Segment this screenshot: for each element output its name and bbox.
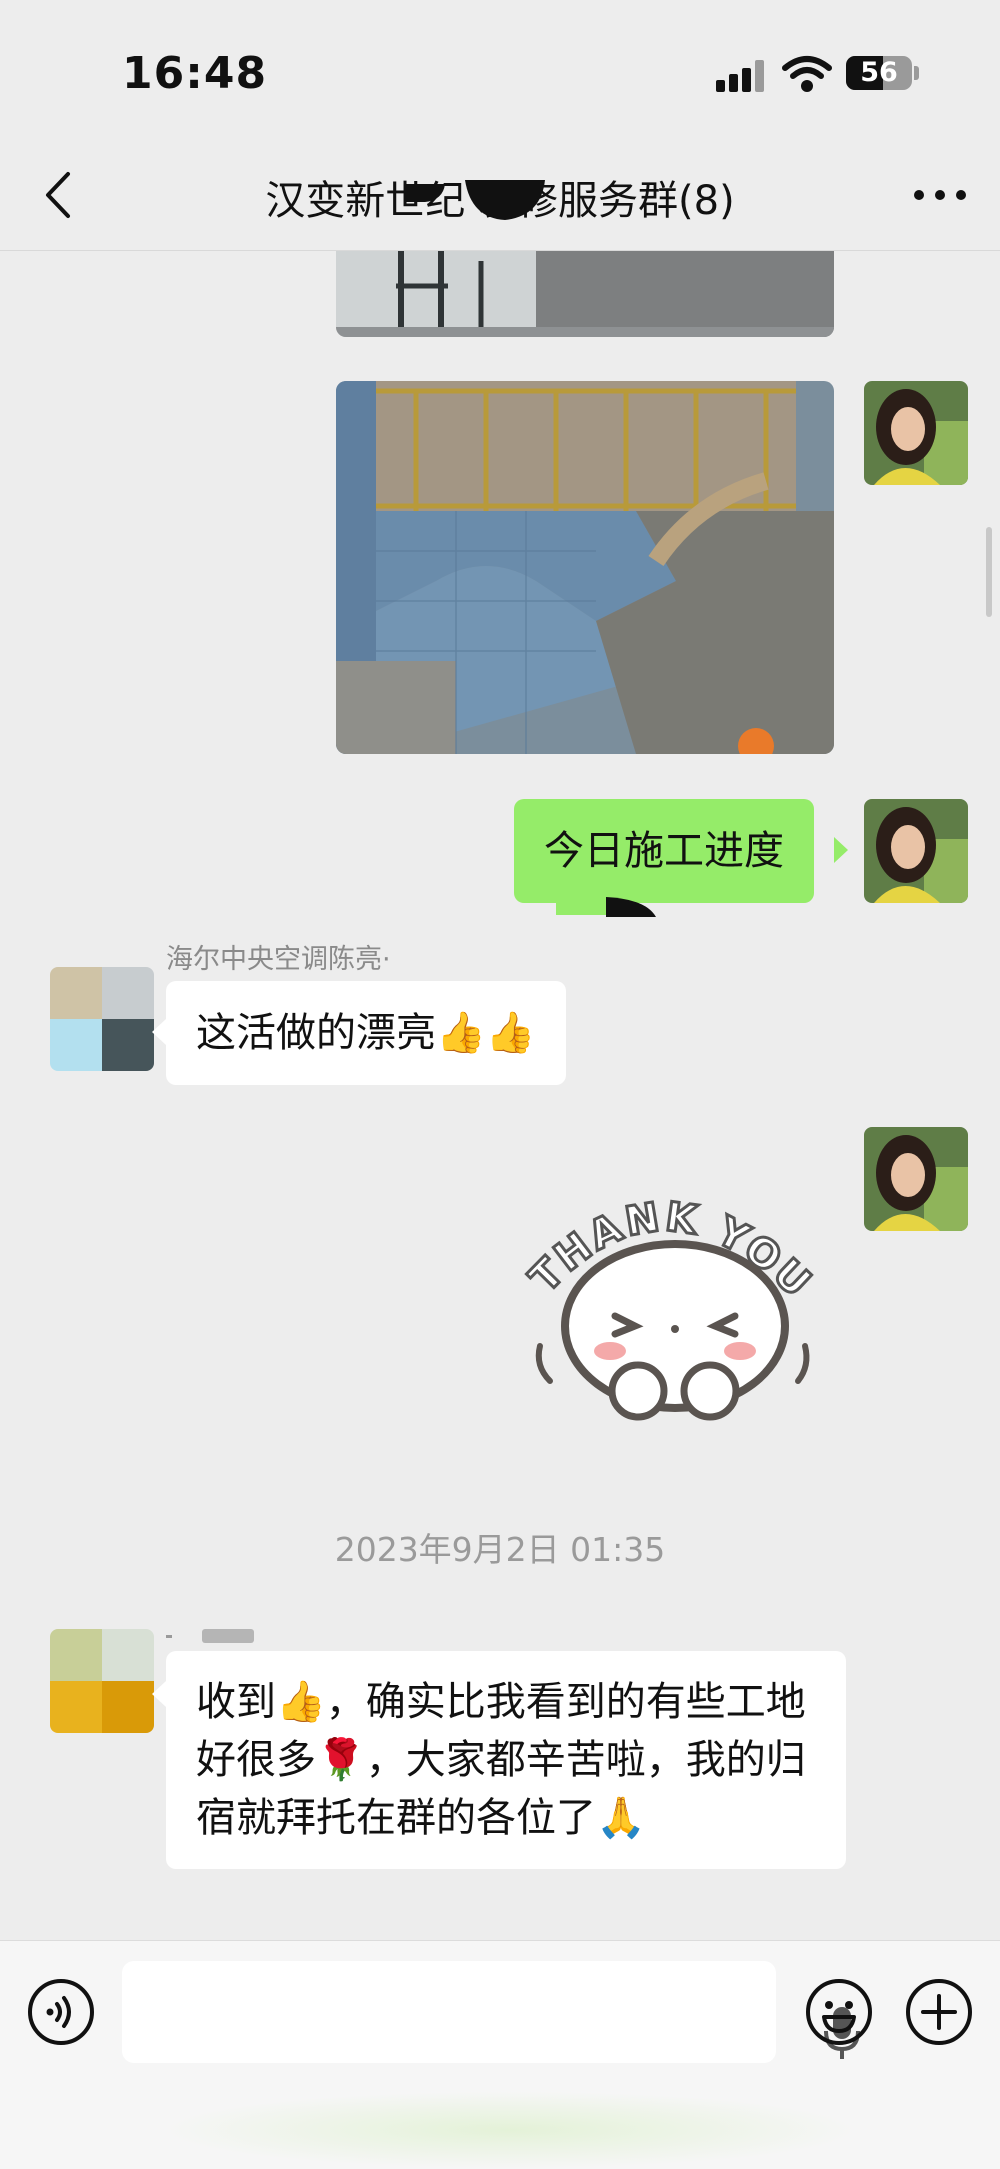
message-timestamp: 2023年9月2日 01:35 [334, 1530, 666, 1569]
battery-level: 56 [860, 57, 898, 88]
message-text: 这活做的漂亮👍👍 [196, 1010, 536, 1056]
bubble-tail [152, 1019, 166, 1045]
emoji-icon[interactable] [804, 1977, 874, 2047]
signal-icon [716, 58, 770, 92]
status-bar: 16:48 56 [0, 0, 1000, 140]
my-avatar[interactable] [864, 381, 968, 485]
chat-header: 汉变新世纪 装修服务群(8) [0, 140, 1000, 251]
site-photo[interactable] [336, 381, 834, 754]
contact-avatar[interactable] [50, 1629, 154, 1733]
plus-icon[interactable] [904, 1977, 974, 2047]
message-bubble-mine[interactable]: 今日施工进度 [514, 799, 814, 903]
message-list[interactable]: 今日施工进度 海尔中央空调陈亮· 这活做的漂亮👍👍 THANK YOU 2023… [0, 251, 1000, 1940]
redacted-nickname [166, 1629, 254, 1643]
message-input[interactable] [122, 1961, 860, 2063]
voice-icon[interactable] [26, 1977, 96, 2047]
wifi-icon [782, 56, 832, 92]
scrollbar[interactable] [986, 527, 992, 617]
input-bar [0, 1940, 1000, 2169]
more-icon[interactable] [914, 180, 966, 210]
status-time: 16:48 [122, 48, 268, 99]
my-avatar[interactable] [864, 799, 968, 903]
chevron-left-icon[interactable] [38, 170, 78, 220]
message-text: 收到👍，确实比我看到的有些工地好很多🌹，大家都辛苦啦，我的归宿就拜托在群的各位了… [196, 1679, 806, 1841]
bubble-tail [834, 837, 848, 863]
sender-nickname: 海尔中央空调陈亮· [166, 944, 391, 975]
redaction-mark [556, 897, 656, 917]
bubble-tail [152, 1681, 166, 1707]
home-indicator-area [160, 2091, 860, 2169]
site-photo-partial[interactable] [336, 251, 834, 337]
message-bubble-other[interactable]: 这活做的漂亮👍👍 [166, 981, 566, 1085]
message-bubble-other[interactable]: 收到👍，确实比我看到的有些工地好很多🌹，大家都辛苦啦，我的归宿就拜托在群的各位了… [166, 1651, 846, 1869]
message-text: 今日施工进度 [544, 828, 784, 874]
redaction-mark [405, 180, 545, 220]
my-avatar[interactable] [864, 1127, 968, 1231]
battery-icon: 56 [846, 56, 912, 90]
contact-avatar[interactable] [50, 967, 154, 1071]
battery-cap [914, 66, 919, 80]
thank-you-sticker[interactable]: THANK YOU [510, 1166, 830, 1426]
